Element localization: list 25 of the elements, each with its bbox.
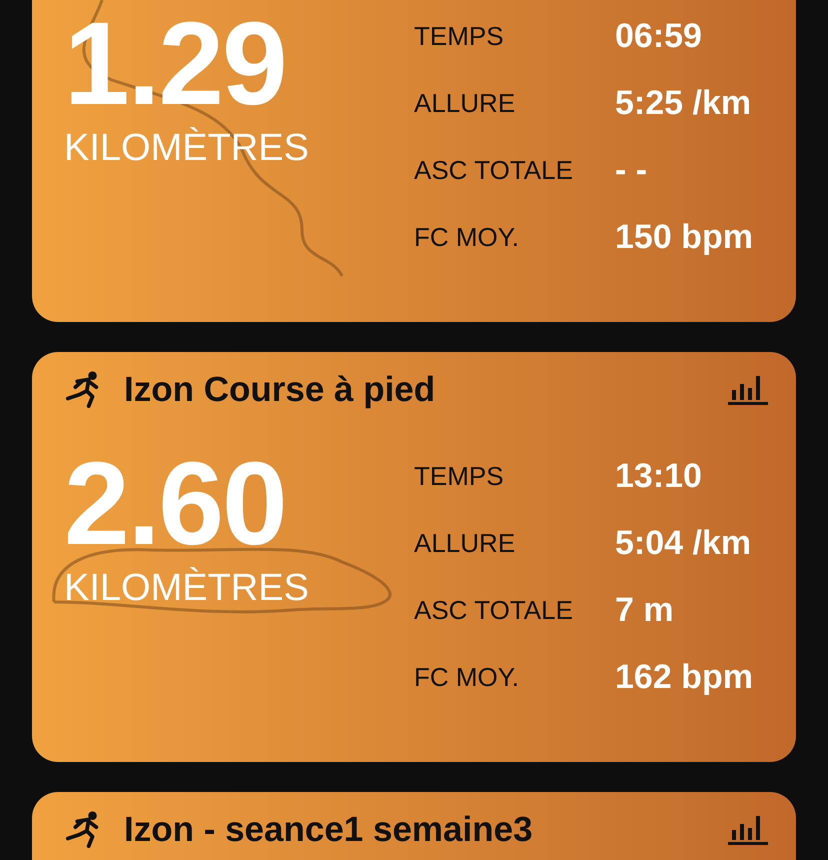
workout-title: Izon - seance1 semaine3 [124, 810, 534, 850]
distance-unit: KILOMÈTRES [64, 127, 309, 170]
workout-card[interactable]: Izon Course à pied 2.60 KILOMÈTRES TEMPS 13:10 ALLURE 5:04 /km ASC TOTALE 7 m FC MOY. 162 bpm [32, 352, 796, 762]
stat-label: ALLURE [414, 88, 516, 119]
distance-value: 2.60 [64, 445, 286, 563]
stat-label: TEMPS [414, 461, 505, 492]
workout-card[interactable]: 1.29 KILOMÈTRES TEMPS 06:59 ALLURE 5:25 /km ASC TOTALE - - FC MOY. 150 bpm [32, 0, 796, 322]
stat-value: 06:59 [615, 17, 702, 56]
stat-label: ALLURE [414, 528, 516, 559]
distance-unit: KILOMÈTRES [64, 567, 309, 610]
stat-label: FC MOY. [414, 222, 520, 253]
stat-value: - - [615, 151, 648, 190]
stat-value: 150 bpm [615, 218, 753, 257]
stat-value: 162 bpm [615, 658, 753, 697]
stat-value: 13:10 [615, 457, 702, 496]
stat-label: ASC TOTALE [414, 155, 574, 186]
workout-card[interactable]: Izon - seance1 semaine3 [32, 792, 796, 860]
stat-value: 5:04 /km [615, 524, 752, 563]
stat-value: 7 m [615, 591, 674, 630]
stat-label: ASC TOTALE [414, 595, 574, 626]
stat-label: FC MOY. [414, 662, 520, 693]
workout-title: Izon Course à pied [124, 370, 436, 410]
stat-value: 5:25 /km [615, 84, 752, 123]
stat-label: TEMPS [414, 21, 505, 52]
distance-value: 1.29 [64, 5, 286, 123]
